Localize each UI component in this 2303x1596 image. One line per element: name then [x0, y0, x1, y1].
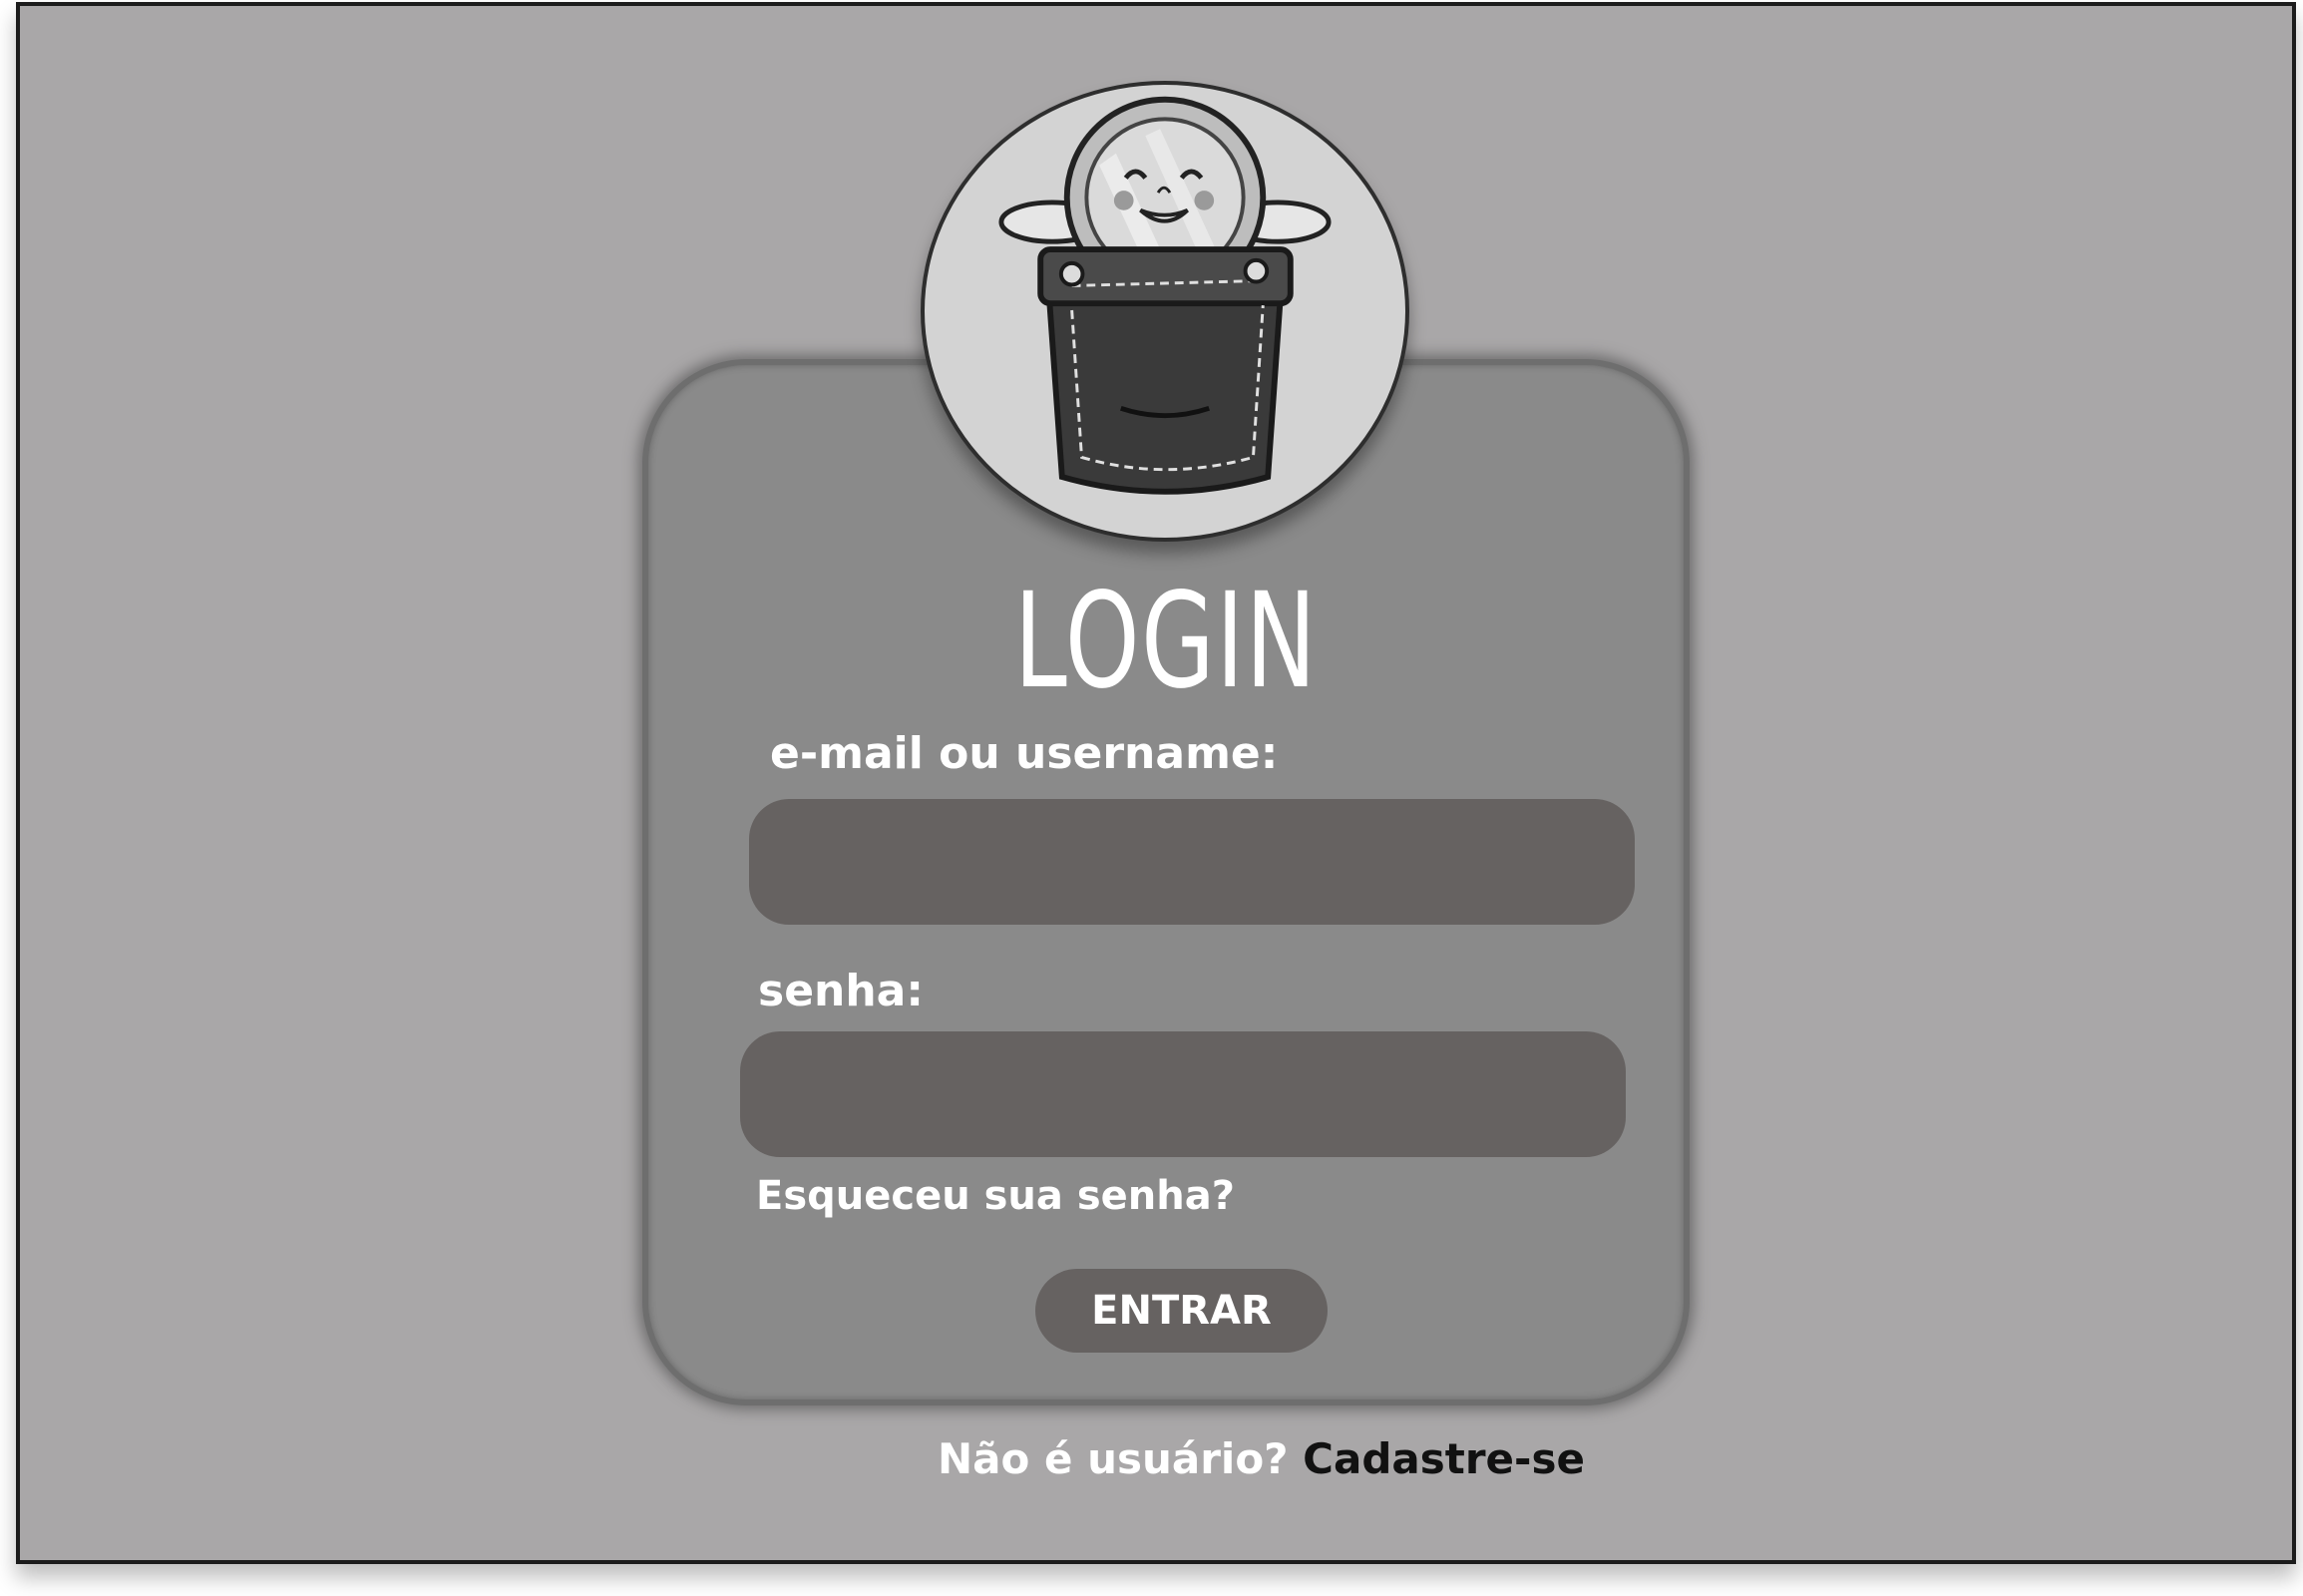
email-field[interactable]: [749, 799, 1635, 925]
signup-question: Não é usuário?: [938, 1434, 1289, 1483]
password-label: senha:: [758, 966, 924, 1016]
enter-button[interactable]: ENTRAR: [1035, 1269, 1328, 1353]
signup-row: Não é usuário? Cadastre-se: [938, 1434, 1585, 1484]
mascot-logo-icon: [921, 81, 1409, 542]
forgot-password-link[interactable]: Esqueceu sua senha?: [756, 1171, 1235, 1221]
email-label: e-mail ou username:: [770, 728, 1279, 779]
page-title: LOGIN: [1013, 565, 1319, 718]
signup-link[interactable]: Cadastre-se: [1303, 1434, 1585, 1483]
password-field[interactable]: [740, 1031, 1626, 1157]
